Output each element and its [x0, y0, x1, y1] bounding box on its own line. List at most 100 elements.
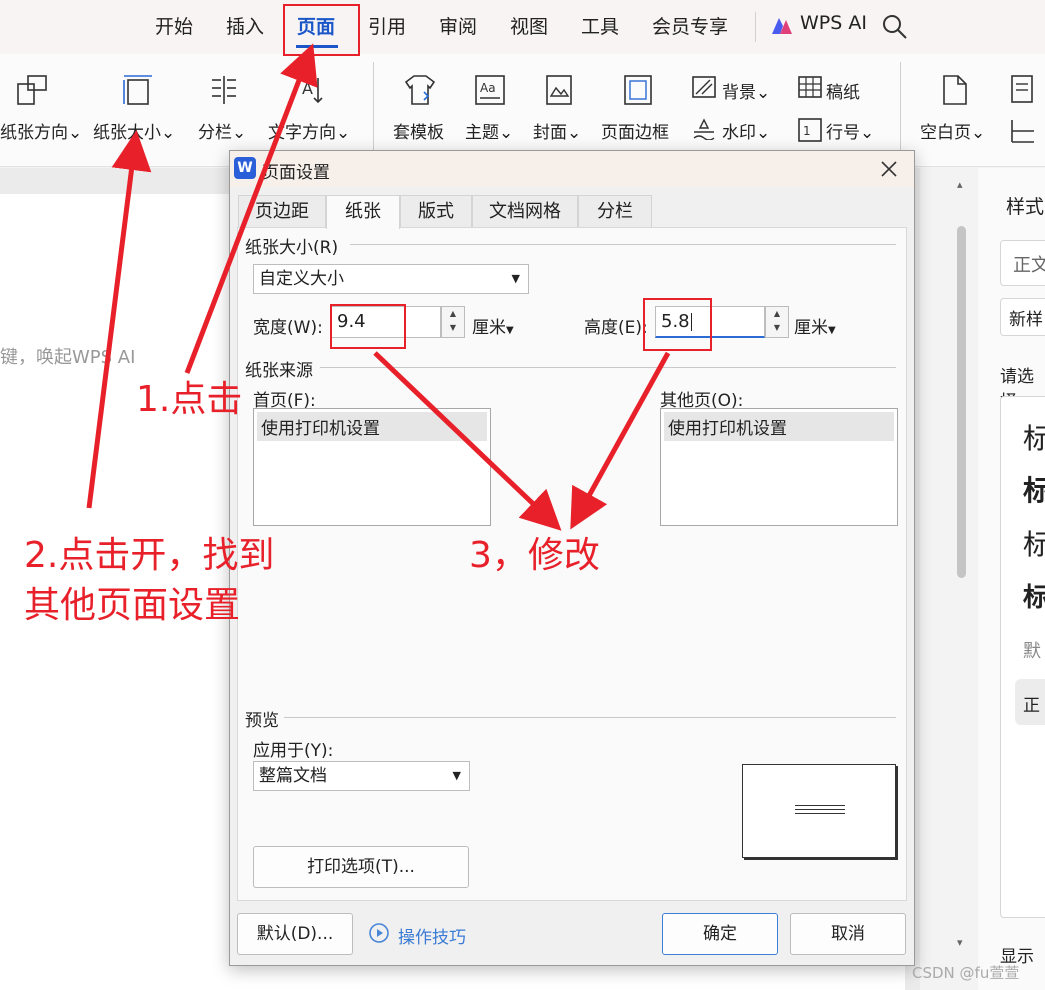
play-tips-icon[interactable] — [368, 922, 390, 944]
height-spinner[interactable]: ▲ ▼ — [765, 306, 789, 338]
page-preview — [742, 764, 896, 858]
watermark-button[interactable]: 水印⌄ — [722, 118, 770, 143]
menu-member[interactable]: 会员专享 — [652, 12, 728, 39]
menu-reference[interactable]: 引用 — [368, 12, 406, 39]
spin-up-icon[interactable]: ▲ — [766, 307, 788, 321]
tab-layout[interactable]: 版式 — [400, 195, 472, 228]
menu-wps-ai[interactable]: WPS AI — [800, 12, 867, 34]
style-box-normal[interactable]: 正文 — [1000, 240, 1045, 286]
style-heading-3[interactable]: 标 — [1023, 523, 1045, 563]
line-number-button[interactable]: 行号⌄ — [826, 118, 874, 143]
scroll-down-icon[interactable]: ▾ — [957, 936, 963, 949]
columns-button[interactable]: 分栏⌄ — [198, 118, 246, 143]
operation-tips-link[interactable]: 操作技巧 — [398, 923, 466, 948]
paper-direction-button[interactable]: 纸张方向⌄ — [0, 118, 82, 143]
width-unit[interactable]: 厘米▼ — [472, 313, 514, 338]
dialog-title: 页面设置 — [262, 163, 330, 183]
scroll-up-icon[interactable]: ▴ — [957, 178, 963, 191]
page-border-button[interactable]: 页面边框 — [601, 118, 669, 143]
style-default[interactable]: 默 — [1023, 637, 1041, 663]
preview-line — [795, 813, 845, 814]
menu-review[interactable]: 审阅 — [439, 12, 477, 39]
text-direction-label: 文字方向 — [268, 123, 336, 143]
text-direction-icon: A — [302, 78, 323, 104]
spin-up-icon[interactable]: ▲ — [442, 307, 464, 321]
tab-document-grid[interactable]: 文档网格 — [472, 195, 578, 228]
first-page-list[interactable]: 使用打印机设置 — [253, 408, 491, 526]
menu-insert[interactable]: 插入 — [226, 12, 264, 39]
other-pages-list[interactable]: 使用打印机设置 — [660, 408, 898, 526]
section-break-icon[interactable] — [1010, 118, 1040, 144]
apply-to-value: 整篇文档 — [259, 766, 327, 786]
template-icon — [404, 75, 436, 105]
spin-down-icon[interactable]: ▼ — [442, 321, 464, 335]
paper-direction-icon — [17, 75, 47, 105]
apply-to-label: 应用于(Y): — [253, 741, 334, 761]
other-pages-option[interactable]: 使用打印机设置 — [664, 412, 894, 441]
print-options-button[interactable]: 打印选项(T)... — [253, 846, 469, 888]
scrollbar-thumb[interactable] — [957, 226, 966, 578]
paper-size-label: 纸张大小 — [93, 123, 161, 143]
paper-size-select-value: 自定义大小 — [259, 269, 344, 289]
height-label: 高度(E): — [584, 318, 648, 338]
cover-label: 封面 — [533, 123, 567, 143]
menu-view[interactable]: 视图 — [510, 12, 548, 39]
theme-button[interactable]: 主题⌄ — [465, 118, 513, 143]
menu-tools[interactable]: 工具 — [581, 12, 619, 39]
watermark-icon — [693, 118, 715, 140]
background-icon — [692, 76, 716, 98]
background-button[interactable]: 背景⌄ — [722, 78, 770, 103]
first-page-option[interactable]: 使用打印机设置 — [257, 412, 487, 441]
ribbon-divider — [373, 62, 374, 158]
ribbon-divider-2 — [900, 62, 901, 158]
chevron-down-icon: ▼ — [511, 272, 520, 285]
menu-divider — [755, 12, 756, 42]
cover-button[interactable]: 封面⌄ — [533, 118, 581, 143]
annotation-box-height — [643, 298, 712, 351]
tab-columns[interactable]: 分栏 — [578, 195, 652, 228]
paper-size-button[interactable]: 纸张大小⌄ — [93, 118, 175, 143]
theme-icon: Aa — [475, 75, 505, 105]
vertical-scrollbar[interactable]: ▴ ▾ — [952, 178, 972, 990]
tab-margins[interactable]: 页边距 — [238, 195, 326, 228]
text-direction-button[interactable]: 文字方向⌄ — [268, 118, 350, 143]
page-border-icon — [624, 75, 652, 105]
menu-start[interactable]: 开始 — [155, 12, 193, 39]
style-heading-1[interactable]: 标 — [1023, 417, 1045, 457]
close-icon[interactable] — [880, 160, 898, 178]
paper-size-icon — [123, 75, 152, 105]
template-button[interactable]: 套模板 — [393, 118, 444, 143]
width-spinner[interactable]: ▲ ▼ — [441, 306, 465, 338]
preview-group-label: 预览 — [245, 711, 279, 731]
height-unit[interactable]: 厘米▼ — [794, 313, 836, 338]
annotation-step-1: 1.点击 — [136, 379, 243, 420]
group-divider — [320, 367, 896, 368]
group-divider — [350, 244, 896, 245]
blank-page-icon — [943, 75, 967, 105]
chevron-down-icon: ▼ — [452, 769, 461, 782]
page-break-icon[interactable] — [1010, 74, 1040, 106]
new-style-button[interactable]: 新样 — [1000, 298, 1045, 336]
wps-writer-icon: W — [234, 157, 256, 179]
manuscript-button[interactable]: 稿纸 — [826, 78, 860, 103]
tab-paper[interactable]: 纸张 — [326, 195, 400, 229]
annotation-box-page-tab — [283, 4, 360, 56]
cancel-button[interactable]: 取消 — [790, 913, 906, 955]
apply-to-select[interactable]: 整篇文档 ▼ — [253, 761, 470, 791]
blank-page-button[interactable]: 空白页⌄ — [920, 118, 985, 143]
ok-button[interactable]: 确定 — [662, 913, 778, 955]
svg-text:Aa: Aa — [480, 81, 496, 95]
cover-icon — [546, 75, 572, 105]
style-heading-4[interactable]: 标 — [1023, 577, 1045, 614]
paper-direction-label: 纸张方向 — [0, 123, 68, 143]
paper-size-select[interactable]: 自定义大小 ▼ — [253, 264, 529, 294]
default-button[interactable]: 默认(D)... — [237, 913, 353, 955]
search-icon[interactable] — [882, 14, 908, 40]
theme-label: 主题 — [465, 123, 499, 143]
dialog-title-bar[interactable]: W 页面设置 — [230, 151, 914, 187]
style-heading-2[interactable]: 标 — [1023, 469, 1045, 509]
spin-down-icon[interactable]: ▼ — [766, 321, 788, 335]
new-style-label: 新样 — [1009, 310, 1043, 330]
style-box-normal-label: 正文 — [1013, 255, 1045, 276]
style-current[interactable]: 正 — [1015, 679, 1045, 725]
